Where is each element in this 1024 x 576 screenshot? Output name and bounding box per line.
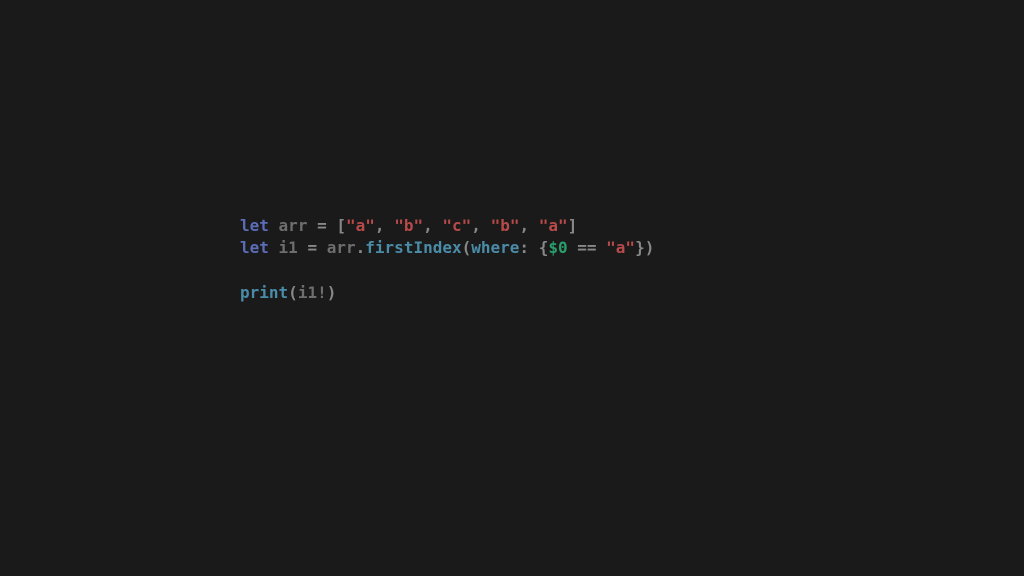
keyword-let: let xyxy=(240,216,269,235)
brace-open: { xyxy=(539,238,549,257)
identifier-arr: arr xyxy=(279,216,308,235)
param-where: where xyxy=(471,238,519,257)
comma: , xyxy=(519,216,529,235)
space xyxy=(568,238,578,257)
function-firstIndex: firstIndex xyxy=(365,238,461,257)
space xyxy=(269,216,279,235)
string-literal: "a" xyxy=(346,216,375,235)
string-literal: "b" xyxy=(491,216,520,235)
identifier-i1-unwrap: i1! xyxy=(298,283,327,302)
comma: , xyxy=(423,216,433,235)
operator-eqeq: == xyxy=(577,238,596,257)
space xyxy=(317,238,327,257)
code-block: let arr = ["a", "b", "c", "b", "a"] let … xyxy=(240,215,654,304)
code-line-1: let arr = ["a", "b", "c", "b", "a"] xyxy=(240,215,654,237)
space xyxy=(529,216,539,235)
space xyxy=(385,216,395,235)
paren-open: ( xyxy=(288,283,298,302)
space xyxy=(307,216,317,235)
space xyxy=(597,238,607,257)
comma: , xyxy=(375,216,385,235)
bracket-open: [ xyxy=(336,216,346,235)
string-literal: "a" xyxy=(606,238,635,257)
brace-close: } xyxy=(635,238,645,257)
function-print: print xyxy=(240,283,288,302)
space xyxy=(433,216,443,235)
dot: . xyxy=(356,238,366,257)
code-line-2: let i1 = arr.firstIndex(where: {$0 == "a… xyxy=(240,237,654,259)
string-literal: "b" xyxy=(394,216,423,235)
space xyxy=(298,238,308,257)
identifier-i1: i1 xyxy=(279,238,298,257)
blank-line xyxy=(240,260,654,282)
closure-param: $0 xyxy=(548,238,567,257)
space xyxy=(529,238,539,257)
operator-equals: = xyxy=(317,216,327,235)
space xyxy=(269,238,279,257)
paren-close: ) xyxy=(327,283,337,302)
string-literal: "a" xyxy=(539,216,568,235)
code-line-4: print(i1!) xyxy=(240,282,654,304)
keyword-let: let xyxy=(240,238,269,257)
comma: , xyxy=(471,216,481,235)
operator-equals: = xyxy=(307,238,317,257)
paren-close: ) xyxy=(645,238,655,257)
paren-open: ( xyxy=(462,238,472,257)
colon: : xyxy=(519,238,529,257)
space xyxy=(327,216,337,235)
identifier-arr: arr xyxy=(327,238,356,257)
string-literal: "c" xyxy=(442,216,471,235)
bracket-close: ] xyxy=(568,216,578,235)
space xyxy=(481,216,491,235)
